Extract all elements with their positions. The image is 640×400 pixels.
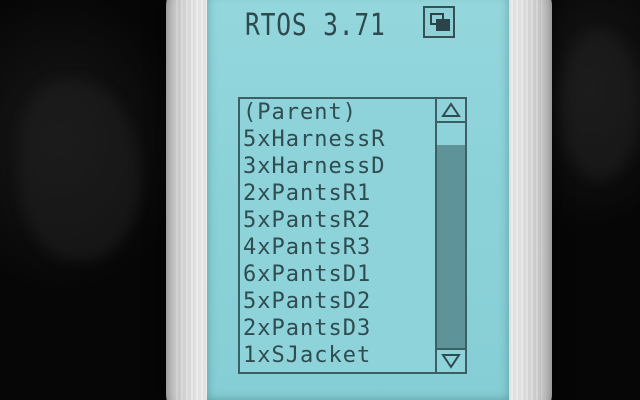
triangle-up-icon — [441, 102, 461, 117]
list-item[interactable]: 5xPantsD2 — [240, 288, 432, 315]
scroll-down-button[interactable] — [437, 348, 465, 372]
list-item[interactable]: 1xSJacket — [240, 342, 432, 369]
list-item-parent[interactable]: (Parent) — [240, 99, 432, 126]
list-item[interactable]: 5xHarnessR — [240, 126, 432, 153]
scroll-thumb[interactable] — [437, 145, 465, 348]
list-item[interactable]: 5xPantsR2 — [240, 207, 432, 234]
list-item[interactable]: 3xHarnessD — [240, 153, 432, 180]
device-screen: RTOS 3.71 (Parent) 5xHarnessR 3xHarnessD… — [207, 0, 509, 400]
vertical-scrollbar[interactable] — [435, 99, 465, 372]
os-title: RTOS 3.71 — [245, 8, 386, 43]
background-shadow — [20, 80, 140, 260]
window-restore-button[interactable] — [423, 6, 455, 38]
window-restore-icon-front — [436, 19, 450, 31]
game-scene: RTOS 3.71 (Parent) 5xHarnessR 3xHarnessD… — [0, 0, 640, 400]
scroll-up-button[interactable] — [437, 99, 465, 123]
triangle-down-icon — [441, 354, 461, 369]
list-item[interactable]: 4xPantsR3 — [240, 234, 432, 261]
list-item[interactable]: 2xPantsR1 — [240, 180, 432, 207]
inventory-list: (Parent) 5xHarnessR 3xHarnessD 2xPantsR1… — [240, 99, 432, 372]
background-shadow — [560, 30, 640, 180]
inventory-listbox[interactable]: (Parent) 5xHarnessR 3xHarnessD 2xPantsR1… — [238, 97, 467, 374]
list-item[interactable]: 2xPantsD3 — [240, 315, 432, 342]
list-item[interactable]: 6xPantsD1 — [240, 261, 432, 288]
